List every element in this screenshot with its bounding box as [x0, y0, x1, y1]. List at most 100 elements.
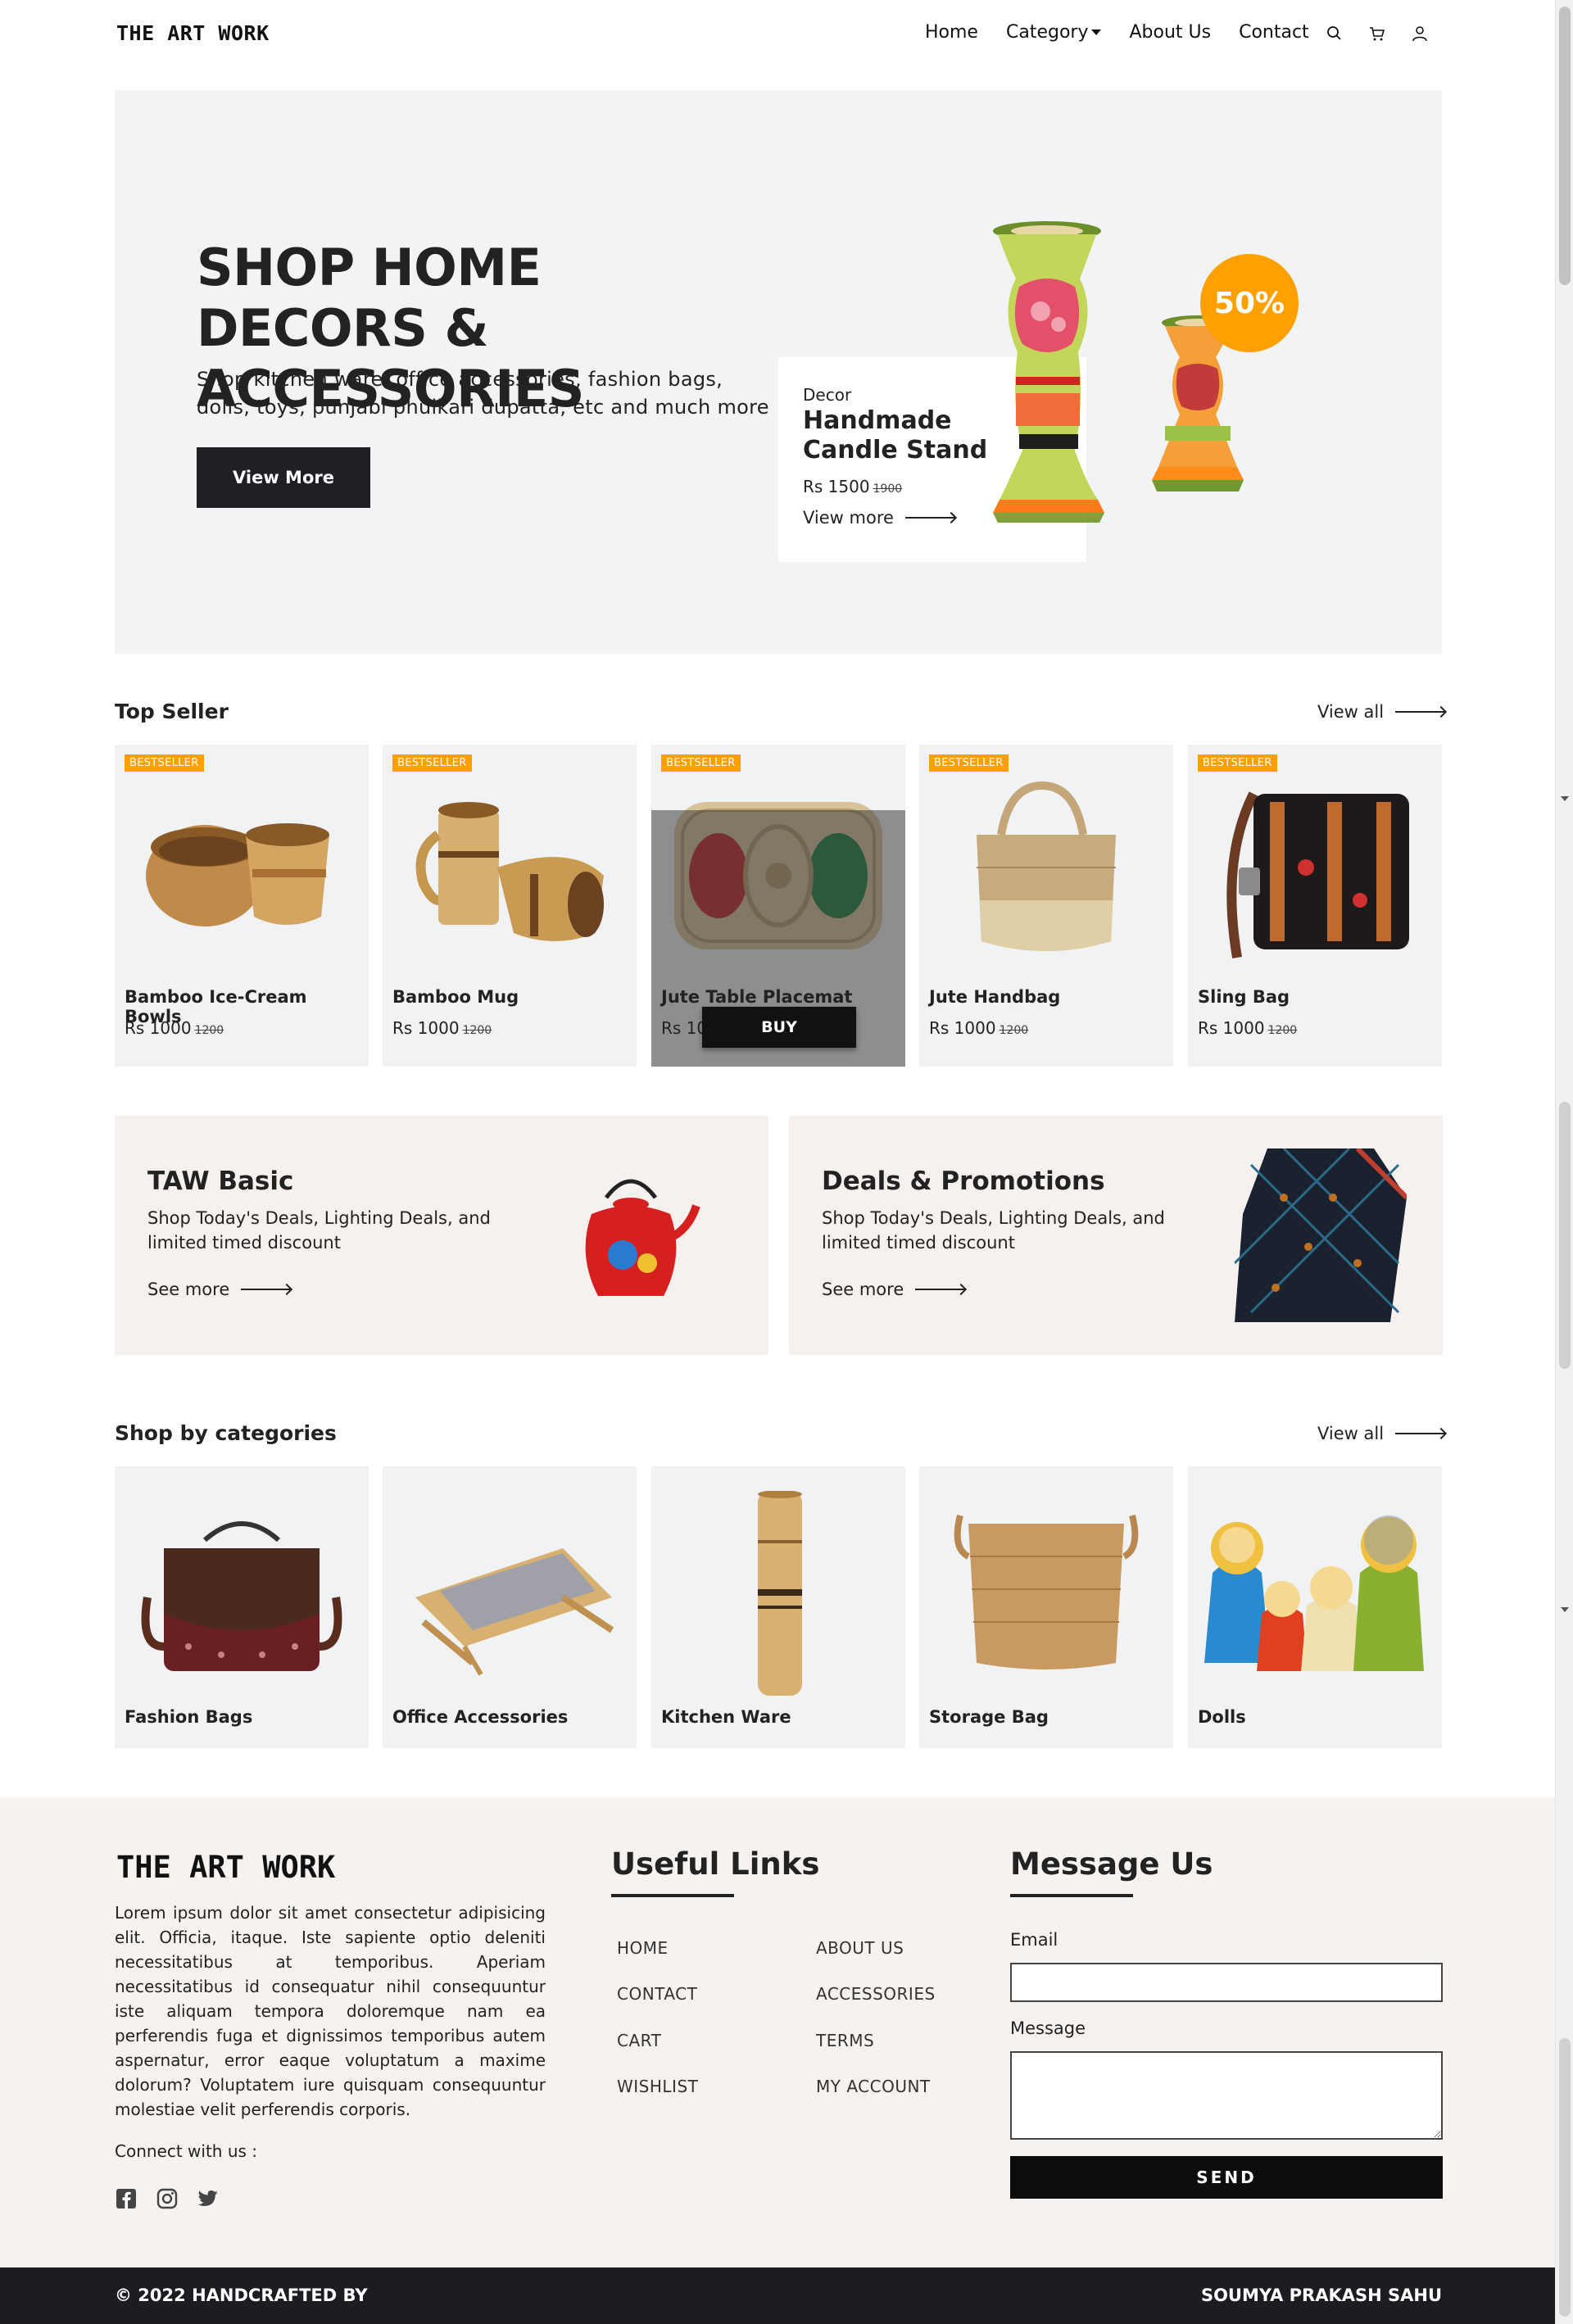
instagram-icon[interactable] [156, 2187, 179, 2210]
promo-see-more-link[interactable]: See more [822, 1280, 965, 1299]
buy-button[interactable]: BUY [702, 1007, 856, 1048]
footer-link-accessories[interactable]: ACCESSORIES [816, 1984, 936, 2004]
footer-link-cart[interactable]: CART [617, 2031, 661, 2050]
user-icon[interactable] [1411, 25, 1429, 43]
view-all-label: View all [1317, 702, 1385, 722]
product-card[interactable]: BESTSELLER Jute Handbag Rs 1000 1200 [919, 745, 1173, 1067]
arrow-right-icon [1395, 711, 1445, 713]
cart-icon[interactable] [1368, 25, 1386, 43]
jute-handbag-image [977, 781, 1116, 951]
brand-logo[interactable]: THE ART WORK [116, 21, 270, 45]
nav-home-link[interactable]: Home [925, 22, 978, 43]
caret-down-icon [1091, 29, 1102, 35]
category-card[interactable]: Kitchen Ware [651, 1466, 905, 1748]
product-card-hovered[interactable]: BESTSELLER Jute Table Placemat Rs 100012… [651, 745, 905, 1067]
inner-scroll-thumb[interactable] [1559, 1102, 1571, 1369]
footer-logo[interactable]: THE ART WORK [116, 1850, 335, 1885]
message-label: Message [1010, 2018, 1086, 2038]
top-seller-title: Top Seller [115, 700, 229, 723]
email-label: Email [1010, 1930, 1058, 1950]
category-name: Dolls [1198, 1707, 1246, 1727]
category-card[interactable]: Office Accessories [383, 1466, 637, 1748]
footer-link-terms[interactable]: TERMS [816, 2031, 874, 2050]
product-name: Sling Bag [1198, 987, 1290, 1007]
category-name: Office Accessories [392, 1707, 569, 1727]
nav-category-dropdown[interactable]: Category [1006, 22, 1102, 43]
top-navbar: THE ART WORK Home Category About Us Cont… [0, 0, 1555, 66]
bestseller-badge: BESTSELLER [125, 754, 204, 772]
promo-text: Shop Today's Deals, Lighting Deals, and … [147, 1208, 491, 1253]
footer-link-contact[interactable]: CONTACT [617, 1984, 697, 2004]
arrow-right-icon [904, 517, 954, 519]
discount-badge: 50% [1200, 254, 1299, 352]
old-price: 1200 [194, 1024, 224, 1037]
inner-scroll-thumb-2[interactable] [1559, 2038, 1571, 2317]
view-more-button[interactable]: View More [197, 447, 370, 508]
featured-view-more-link[interactable]: View more [803, 508, 954, 528]
promo-text: Shop Today's Deals, Lighting Deals, and … [822, 1208, 1165, 1253]
featured-old-price: 1900 [873, 482, 903, 496]
product-price: Rs 10001200 [1198, 1018, 1297, 1038]
footer-about-text: Lorem ipsum dolor sit amet consectetur a… [115, 1903, 546, 2119]
category-name: Storage Bag [929, 1707, 1049, 1727]
old-price: 1200 [999, 1024, 1029, 1037]
email-field[interactable] [1010, 1963, 1443, 2002]
message-textarea[interactable] [1010, 2051, 1443, 2140]
bamboo-bowls-image [146, 823, 329, 926]
search-icon[interactable] [1326, 25, 1344, 43]
view-all-label: View all [1317, 1424, 1385, 1443]
categories-title: Shop by categories [115, 1421, 337, 1445]
top-seller-view-all-link[interactable]: View all [1317, 702, 1445, 722]
kettle-image [585, 1179, 700, 1296]
product-price: Rs 10001200 [929, 1018, 1028, 1038]
page-scrollbar[interactable] [1555, 0, 1573, 2324]
nav-contact-link[interactable]: Contact [1239, 22, 1309, 43]
product-name: Jute Table Placemat [661, 987, 853, 1007]
scrollbar-thumb[interactable] [1559, 7, 1571, 285]
promo-card-taw-basic[interactable]: TAW Basic Shop Today's Deals, Lighting D… [115, 1116, 768, 1355]
office-accessories-image [415, 1548, 614, 1676]
featured-view-more-label: View more [803, 508, 894, 528]
footer-link-wishlist[interactable]: WISHLIST [617, 2077, 698, 2096]
fashion-bag-image [141, 1521, 342, 1671]
old-price: 1200 [462, 1024, 492, 1037]
arrow-right-icon [915, 1289, 965, 1290]
category-card[interactable]: Storage Bag [919, 1466, 1173, 1748]
scroll-down-arrow-icon[interactable] [1561, 1607, 1569, 1612]
author-name[interactable]: SOUMYA PRAKASH SAHU [1201, 2285, 1442, 2305]
product-card[interactable]: BESTSELLER Sling Bag Rs 1000 1200 [1188, 745, 1442, 1067]
current-price: Rs 1000 [929, 1018, 996, 1038]
send-button[interactable]: SEND [1010, 2156, 1443, 2199]
product-card[interactable]: BESTSELLER Bamboo Mug Rs 1000 1200 [383, 745, 637, 1067]
product-price: Rs 10001200 [392, 1018, 492, 1038]
promo-title: Deals & Promotions [822, 1167, 1105, 1196]
arrow-right-icon [241, 1289, 291, 1290]
current-price: Rs 1000 [125, 1018, 192, 1038]
category-card[interactable]: Dolls [1188, 1466, 1442, 1748]
hero-banner: SHOP HOME DECORS & ACCESSORIES Shop kitc… [115, 90, 1442, 654]
hero-subtitle: Shop kitchen ware, office accessories, f… [197, 368, 769, 419]
featured-price: Rs 1500 1900 [803, 477, 902, 496]
nav-about-link[interactable]: About Us [1129, 22, 1211, 43]
facebook-icon[interactable] [115, 2187, 138, 2210]
categories-view-all-link[interactable]: View all [1317, 1424, 1445, 1443]
featured-category: Decor [803, 385, 852, 405]
footer-link-about-us[interactable]: ABOUT US [816, 1938, 904, 1958]
scroll-down-arrow-icon[interactable] [1561, 796, 1569, 801]
promo-card-deals[interactable]: Deals & Promotions Shop Today's Deals, L… [789, 1116, 1443, 1355]
footer-link-home[interactable]: HOME [617, 1938, 669, 1958]
connect-label: Connect with us : [115, 2141, 258, 2161]
featured-current-price: Rs 1500 [803, 477, 870, 496]
current-price: Rs 1000 [392, 1018, 460, 1038]
footer-link-my-account[interactable]: MY ACCOUNT [816, 2077, 931, 2096]
bestseller-badge: BESTSELLER [392, 754, 472, 772]
sling-bag-image [1226, 791, 1409, 958]
category-card[interactable]: Fashion Bags [115, 1466, 369, 1748]
product-card[interactable]: BESTSELLER Bamboo Ice-Cream Bowls Rs 100… [115, 745, 369, 1067]
twitter-icon[interactable] [197, 2187, 220, 2210]
old-price: 1200 [1267, 1024, 1298, 1037]
arrow-right-icon [1395, 1433, 1445, 1434]
current-price: Rs 1000 [1198, 1018, 1265, 1038]
promo-see-more-link[interactable]: See more [147, 1280, 291, 1299]
category-name: Kitchen Ware [661, 1707, 791, 1727]
